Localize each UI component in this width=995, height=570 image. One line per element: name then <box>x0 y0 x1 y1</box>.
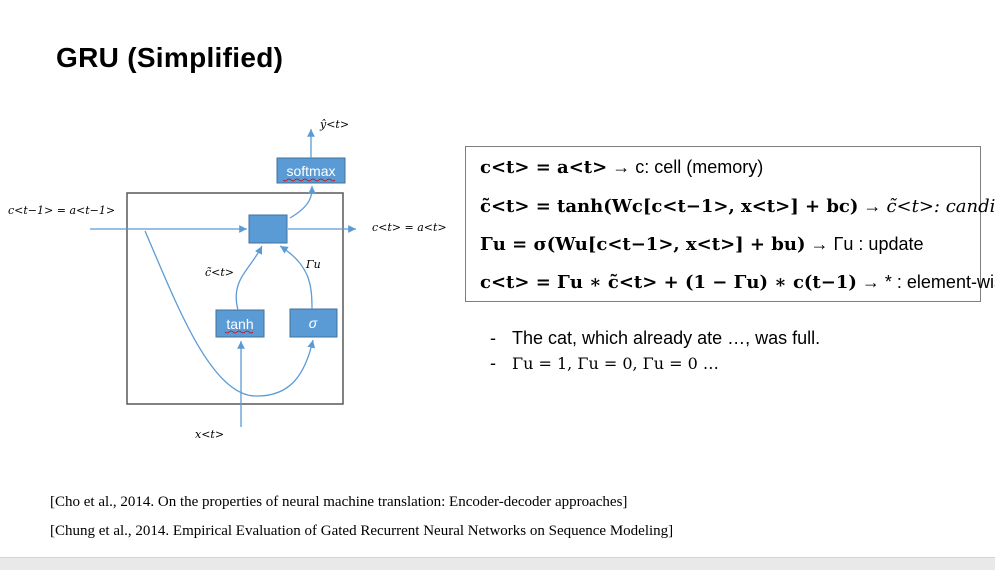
c-out-label: c<t> = a<t> <box>372 221 447 234</box>
tanh-label: tanh <box>226 316 253 332</box>
reference-item: [Chung et al., 2014. Empirical Evaluatio… <box>50 523 674 539</box>
implies-arrow-icon: → <box>861 272 880 292</box>
reference-item: [Cho et al., 2014. On the properties of … <box>50 494 628 510</box>
bullet-item: - The cat, which already ate …, was full. <box>490 328 820 349</box>
bullet-item: - Γu = 1, Γu = 0, Γu = 0 … <box>490 353 820 374</box>
equation-4-desc: * : element-wise <box>884 272 995 292</box>
center-gate-box <box>248 214 288 244</box>
x-label: x<t> <box>195 428 224 441</box>
c-tilde-label: c̃<t> <box>205 266 234 279</box>
to-softmax-wire <box>289 185 316 219</box>
equation-1: c<t> = a<t> → c: cell (memory) <box>480 157 763 178</box>
c-prev-label: c<t−1> = a<t−1> <box>8 204 115 217</box>
equation-2-desc: c̃<t>: candidate <box>886 196 995 217</box>
equation-1-desc: c: cell (memory) <box>635 157 764 177</box>
bullet-text: Γu = 1, Γu = 0, Γu = 0 … <box>512 354 719 373</box>
sigma-to-gate-wire <box>279 245 313 310</box>
bullet-dash: - <box>490 353 496 373</box>
y-hat-label: ŷ<t> <box>319 118 349 131</box>
equation-1-math: c<t> = a<t> <box>480 157 608 178</box>
bullet-dash: - <box>490 328 496 348</box>
equations-box: c<t> = a<t> → c: cell (memory) c̃<t> = t… <box>465 146 995 302</box>
equation-3: Γu = σ(Wu[c<t−1>, x<t>] + bu) → Γu : upd… <box>480 234 923 255</box>
equation-3-math: Γu = σ(Wu[c<t−1>, x<t>] + bu) <box>480 234 806 255</box>
tanh-to-gate-wire <box>235 245 263 311</box>
implies-arrow-icon: → <box>863 196 882 216</box>
references: [Cho et al., 2014. On the properties of … <box>50 488 673 546</box>
slide-footer-bar <box>0 557 995 570</box>
equation-3-desc: Γu : update <box>833 234 924 254</box>
gru-cell-frame <box>126 192 344 405</box>
gamma-u-label: Γu <box>305 258 321 271</box>
softmax-label: softmax <box>286 163 335 179</box>
implies-arrow-icon: → <box>810 234 829 254</box>
equation-4: c<t> = Γu ∗ c̃<t> + (1 − Γu) ∗ c(t−1) → … <box>480 272 995 293</box>
implies-arrow-icon: → <box>612 157 631 177</box>
sigma-label: σ <box>309 315 318 331</box>
equation-4-math: c<t> = Γu ∗ c̃<t> + (1 − Γu) ∗ c(t−1) <box>480 272 857 293</box>
equation-2: c̃<t> = tanh(Wc[c<t−1>, x<t>] + bc) → c̃… <box>480 196 995 217</box>
example-bullets: - The cat, which already ate …, was full.… <box>490 328 820 378</box>
equation-2-math: c̃<t> = tanh(Wc[c<t−1>, x<t>] + bc) <box>480 196 859 217</box>
bullet-text: The cat, which already ate …, was full. <box>512 328 821 348</box>
